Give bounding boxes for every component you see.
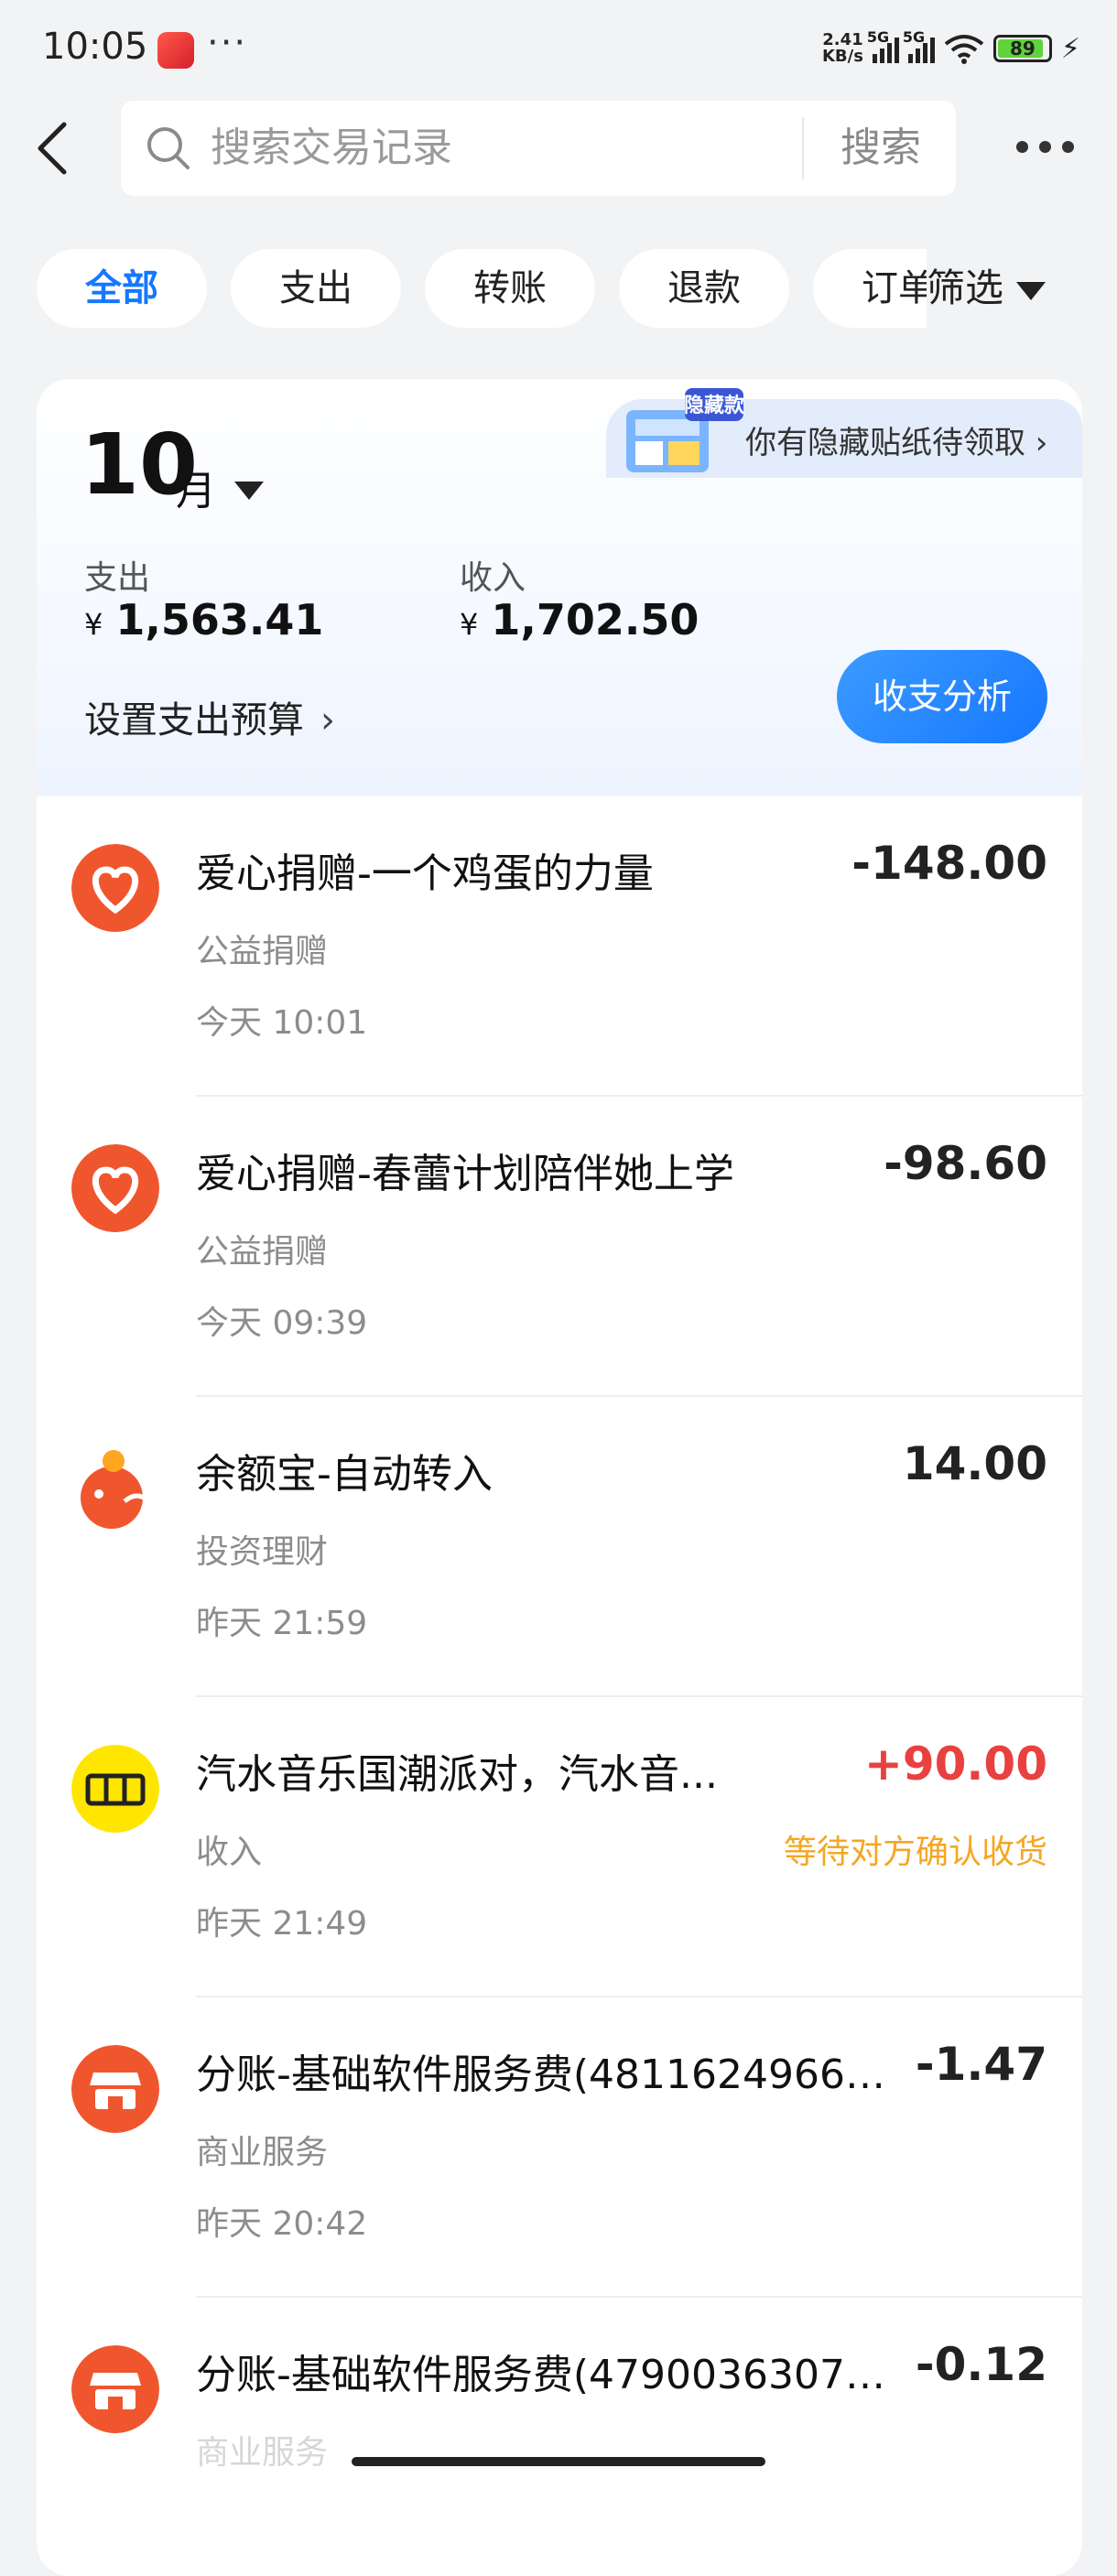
shop-icon [71, 2345, 159, 2433]
transaction-row[interactable]: 分账-基础软件服务费(4790036307332... 商业服务 -0.12 [37, 2298, 1082, 2576]
battery-level: 89 [1010, 38, 1036, 60]
more-notifications-icon: ··· [207, 22, 248, 64]
net-speed-unit: KB/s [821, 47, 863, 66]
set-budget-link[interactable]: 设置支出预算 › [84, 690, 335, 743]
shop-icon [71, 2045, 159, 2133]
caret-down-icon[interactable] [234, 482, 264, 500]
expense-value: 1,563.41 [115, 595, 324, 644]
income-amount: ¥1,702.50 [460, 595, 699, 644]
month-unit: 月 [176, 468, 216, 514]
currency-symbol: ¥ [460, 607, 479, 642]
tab-all[interactable]: 全部 [37, 249, 207, 328]
signal-type: 5G [902, 28, 926, 46]
budget-label: 设置支出预算 [84, 699, 304, 741]
transaction-row[interactable]: 汽水音乐国潮派对，汽水音... 收入 昨天 21:49 +90.00 等待对方确… [37, 1697, 1082, 1997]
signal-type: 5G [866, 28, 890, 46]
wifi-icon [944, 35, 984, 64]
transaction-amount: +90.00 [863, 1737, 1047, 1791]
transaction-row[interactable]: 余额宝-自动转入 投资理财 昨天 21:59 14.00 [37, 1397, 1082, 1697]
analysis-button[interactable]: 收支分析 [837, 650, 1047, 743]
tab-expense[interactable]: 支出 [231, 249, 401, 328]
transaction-time: 昨天 21:49 [196, 1905, 368, 1943]
transaction-category: 商业服务 [196, 2134, 329, 2171]
transaction-time: 今天 09:39 [196, 1304, 368, 1342]
home-indicator[interactable] [352, 2457, 765, 2466]
transaction-category: 商业服务 [196, 2434, 329, 2472]
transaction-category: 公益捐赠 [196, 1233, 329, 1271]
search-icon [147, 127, 190, 169]
transaction-status: 等待对方确认收货 [783, 1834, 1047, 1871]
transaction-row[interactable]: 爱心捐赠-一个鸡蛋的力量 公益捐赠 今天 10:01 -148.00 [37, 796, 1082, 1097]
transaction-category: 投资理财 [196, 1533, 329, 1571]
transaction-amount: -98.60 [884, 1137, 1047, 1190]
month-summary: 隐藏款 你有隐藏贴纸待领取 › 10 月 支出 ¥1,563.41 收入 ¥1,… [37, 379, 1082, 796]
sticker-banner-text: 你有隐藏贴纸待领取 › [745, 425, 1048, 461]
search-button[interactable]: 搜索 [806, 101, 956, 196]
transaction-row[interactable]: 分账-基础软件服务费(4811624966426... 商业服务 昨天 20:4… [37, 1997, 1082, 2298]
transaction-amount: -0.12 [915, 2338, 1047, 2391]
transaction-amount: -148.00 [851, 837, 1047, 890]
chevron-right-icon: › [320, 699, 335, 741]
back-button[interactable] [27, 112, 82, 185]
network-speed: 2.41 KB/s [822, 32, 863, 65]
transaction-amount: -1.47 [915, 2038, 1047, 2091]
charity-heart-icon [71, 1144, 159, 1232]
income-value: 1,702.50 [491, 595, 699, 644]
filter-button[interactable]: 筛选 [927, 249, 1117, 328]
transaction-category: 收入 [196, 1834, 263, 1871]
transaction-time: 今天 10:01 [196, 1004, 368, 1042]
xianyu-icon [71, 1745, 159, 1833]
battery-icon: 89 [992, 35, 1052, 62]
search-divider [802, 117, 804, 179]
status-time: 10:05 [42, 26, 148, 68]
tab-refund[interactable]: 退款 [619, 249, 789, 328]
income-label: 收入 [460, 559, 526, 597]
transaction-title: 汽水音乐国潮派对，汽水音... [196, 1751, 718, 1798]
more-options-button[interactable] [1016, 128, 1090, 165]
transaction-title: 分账-基础软件服务费(4790036307332... [196, 2352, 901, 2398]
currency-symbol: ¥ [84, 607, 103, 642]
chevron-left-icon [38, 122, 67, 175]
charging-icon: ⚡ [1060, 32, 1080, 65]
transaction-title: 分账-基础软件服务费(4811624966426... [196, 2051, 901, 2098]
transaction-time: 昨天 20:42 [196, 2205, 368, 2243]
caret-down-icon [1016, 281, 1047, 300]
expense-amount: ¥1,563.41 [84, 595, 323, 644]
app-notification-icon [157, 32, 194, 69]
filter-label: 筛选 [927, 265, 1004, 310]
transaction-category: 公益捐赠 [196, 933, 329, 970]
sticker-illustration: 隐藏款 [626, 388, 745, 472]
transaction-time: 昨天 21:59 [196, 1605, 368, 1642]
transaction-title: 爱心捐赠-春蕾计划陪伴她上学 [196, 1151, 734, 1197]
signal-icon: 5G [867, 28, 899, 63]
expense-label: 支出 [84, 559, 151, 597]
transaction-title: 爱心捐赠-一个鸡蛋的力量 [196, 850, 654, 897]
signal-icon: 5G [903, 28, 935, 63]
yuebao-icon [81, 1450, 150, 1529]
tab-transfer[interactable]: 转账 [425, 249, 595, 328]
sticker-banner[interactable]: 隐藏款 你有隐藏贴纸待领取 › [606, 388, 1082, 478]
sticker-badge: 隐藏款 [684, 394, 745, 417]
transactions-card: 隐藏款 你有隐藏贴纸待领取 › 10 月 支出 ¥1,563.41 收入 ¥1,… [37, 379, 1082, 2576]
transaction-row[interactable]: 爱心捐赠-春蕾计划陪伴她上学 公益捐赠 今天 09:39 -98.60 [37, 1097, 1082, 1397]
charity-heart-icon [71, 844, 159, 932]
search-input[interactable]: 搜索交易记录 [211, 124, 452, 172]
transaction-amount: 14.00 [902, 1437, 1047, 1490]
search-bar[interactable]: 搜索交易记录 搜索 [121, 101, 956, 196]
status-indicators: 2.41 KB/s 5G 5G 89 ⚡ [822, 27, 1080, 70]
transaction-title: 余额宝-自动转入 [196, 1451, 493, 1498]
